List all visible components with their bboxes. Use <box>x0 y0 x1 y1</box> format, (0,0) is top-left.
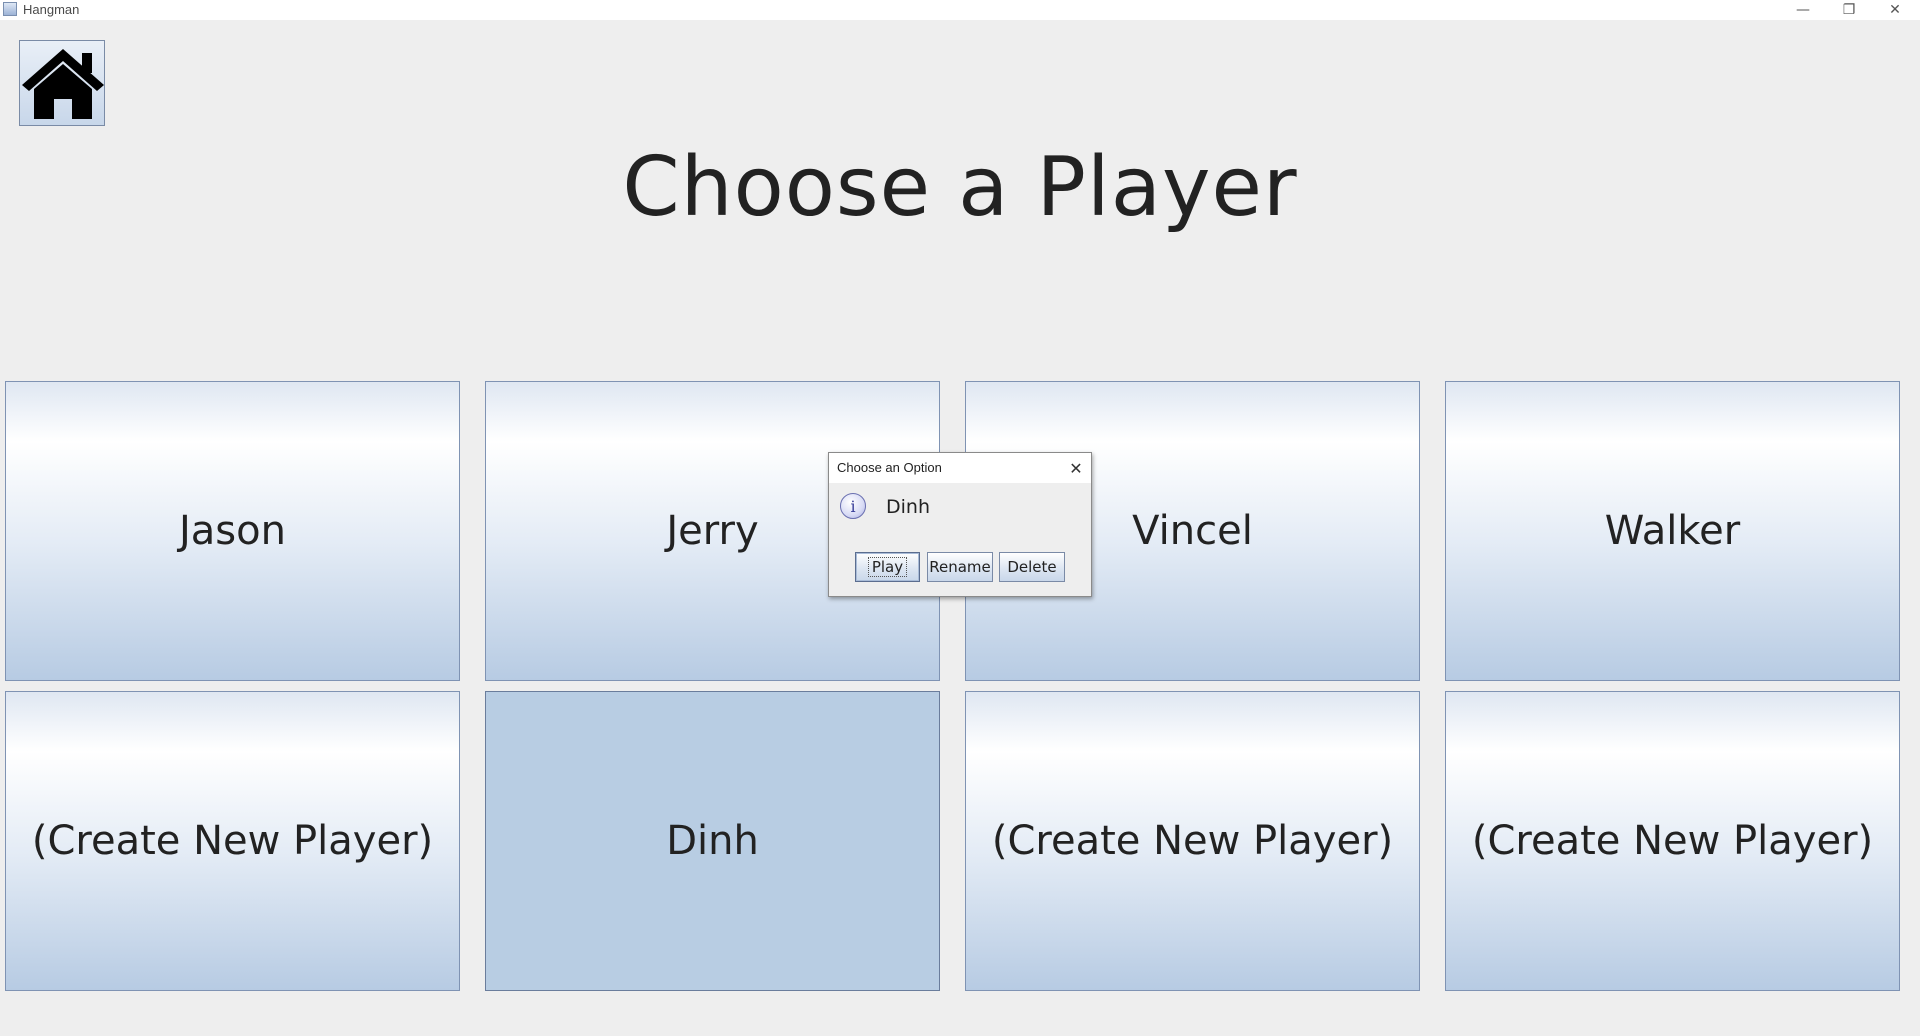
player-button-dinh[interactable]: Dinh <box>485 691 940 991</box>
info-icon: i <box>840 493 866 519</box>
dialog-close-button[interactable]: ✕ <box>1061 453 1091 483</box>
dialog-titlebar: Choose an Option ✕ <box>829 453 1091 483</box>
home-icon <box>22 49 104 119</box>
create-new-player-button[interactable]: (Create New Player) <box>1445 691 1900 991</box>
minimize-button[interactable]: — <box>1780 0 1826 20</box>
close-window-button[interactable]: ✕ <box>1872 0 1918 20</box>
window-titlebar: Hangman — ❐ ✕ <box>0 0 1920 20</box>
dialog-message: Dinh <box>886 496 930 518</box>
choose-option-dialog: Choose an Option ✕ i Dinh Play Rename De… <box>828 452 1092 597</box>
dialog-title: Choose an Option <box>837 460 942 475</box>
home-button[interactable] <box>19 40 105 126</box>
app-icon <box>3 2 17 16</box>
create-new-player-button[interactable]: (Create New Player) <box>5 691 460 991</box>
main-content: Choose a Player Jason Jerry Vincel Walke… <box>0 20 1920 1036</box>
play-button[interactable]: Play <box>855 552 920 582</box>
page-title: Choose a Player <box>622 140 1298 235</box>
delete-button[interactable]: Delete <box>999 552 1065 582</box>
play-button-label: Play <box>867 557 908 577</box>
player-button-jason[interactable]: Jason <box>5 381 460 681</box>
rename-button[interactable]: Rename <box>927 552 993 582</box>
window-title: Hangman <box>23 2 80 17</box>
maximize-button[interactable]: ❐ <box>1826 0 1872 20</box>
create-new-player-button[interactable]: (Create New Player) <box>965 691 1420 991</box>
player-button-walker[interactable]: Walker <box>1445 381 1900 681</box>
